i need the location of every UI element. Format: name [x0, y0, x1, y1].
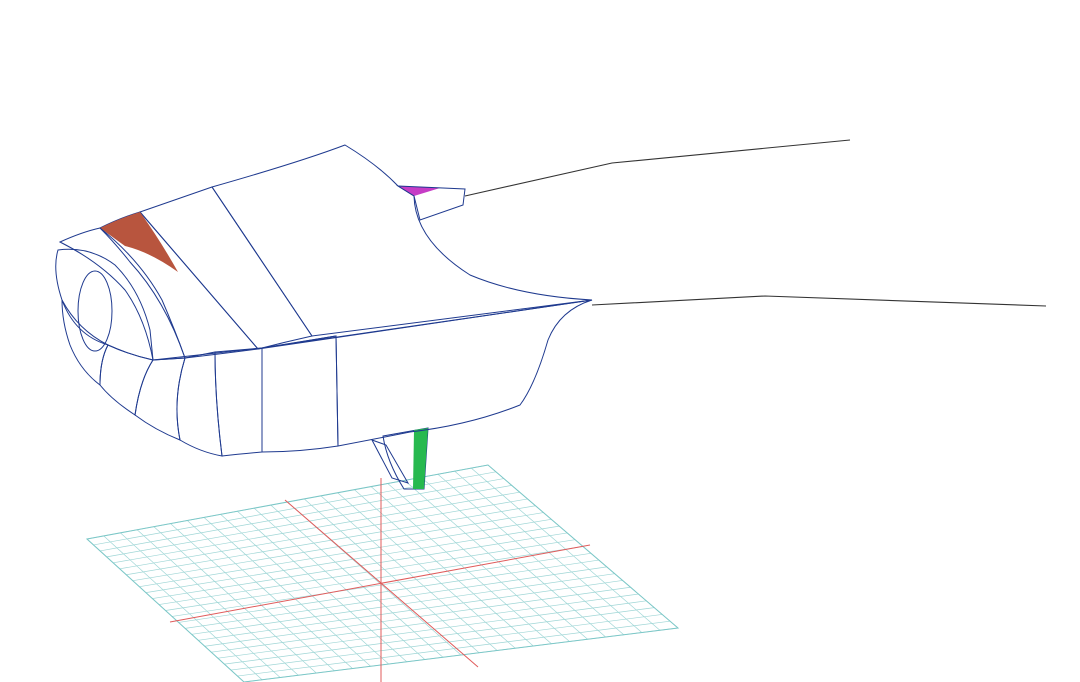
hull-band-mint-bow[interactable]	[99, 344, 154, 416]
3d-scene-canvas[interactable]	[0, 0, 1080, 682]
keel-fin-face	[413, 428, 428, 489]
grid-line	[437, 473, 624, 636]
grid-line	[454, 470, 643, 633]
bow-nose-center[interactable]	[77, 270, 113, 352]
grid-line	[224, 607, 655, 665]
grid-line	[204, 586, 631, 647]
hull-band-green-lower-2[interactable]	[176, 351, 223, 457]
grid-line	[237, 620, 671, 677]
hull-band-orange-upper[interactable]	[139, 186, 313, 350]
hull-3d-model[interactable]	[55, 144, 593, 490]
grid-line	[230, 614, 663, 671]
ground-grid	[85, 464, 680, 682]
hull-band-salmon-bow[interactable]	[134, 357, 186, 441]
trail-curve-upper	[464, 139, 851, 197]
sheer-line	[152, 299, 593, 361]
hull-band-green-lower[interactable]	[261, 335, 339, 453]
deck-surface-magenta[interactable]	[211, 144, 593, 337]
hull-band-salmon-lower[interactable]	[214, 347, 263, 457]
hull-band-salmon-ring[interactable]	[58, 227, 186, 361]
trail-curve-lower	[591, 295, 1047, 307]
3d-viewport[interactable]	[0, 0, 1080, 682]
grid-line	[217, 600, 647, 659]
